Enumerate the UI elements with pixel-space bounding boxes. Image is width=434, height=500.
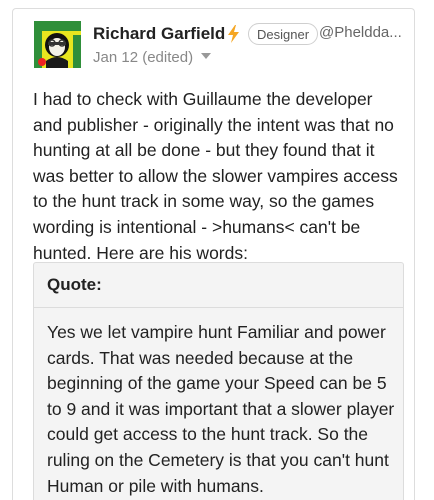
role-badge: Designer — [248, 23, 319, 45]
quote-block: Quote: Yes we let vampire hunt Familiar … — [33, 262, 404, 500]
post-date-text: Jan 12 (edited) — [93, 49, 194, 66]
post-body: I had to check with Guillaume the develo… — [33, 89, 398, 263]
author-handle[interactable]: @Phelddа... — [319, 24, 402, 41]
author-name[interactable]: Richard Garfield — [93, 24, 225, 44]
chevron-down-icon[interactable] — [201, 53, 212, 59]
quote-divider — [34, 307, 403, 308]
avatar[interactable] — [34, 21, 81, 68]
quote-title: Quote: — [47, 275, 102, 294]
post-header: Richard Garfield Designer @Phelddа... Ja… — [13, 9, 414, 73]
quote-text: Yes we let vampire hunt Familiar and pow… — [47, 322, 395, 496]
post-date[interactable]: Jan 12 (edited) — [93, 49, 212, 66]
bolt-icon — [228, 25, 239, 43]
post-card: Richard Garfield Designer @Phelddа... Ja… — [12, 8, 415, 500]
